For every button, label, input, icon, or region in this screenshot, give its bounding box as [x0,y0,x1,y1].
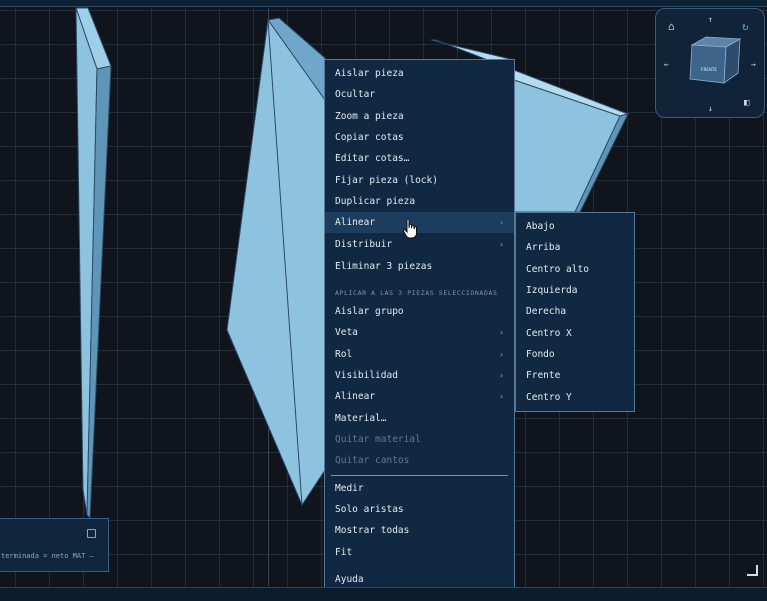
menu-item-label: Rol [335,349,353,360]
menu-item-label: Alinear [335,217,376,228]
menu-item-rol[interactable]: Rol › [325,344,514,365]
submenu-arrow-icon: › [499,350,504,359]
hand-pointer-icon [402,218,417,239]
resize-handle-icon[interactable] [747,565,758,576]
menu-item-label: Editar cotas… [335,153,410,164]
menu-item-mostrar-todas[interactable]: Mostrar todas [325,520,514,541]
menu-item-label: Medir [335,483,364,494]
submenu-item-label: Frente [526,370,561,381]
piece-left[interactable] [75,7,112,520]
submenu-item-label: Izquierda [526,285,578,296]
menu-item-label: Visibilidad [335,370,398,381]
menu-item-copiar-cotas[interactable]: Copiar cotas [325,127,514,148]
menu-item-label: Aislar grupo [335,306,404,317]
submenu-arrow-icon: › [499,240,504,249]
menu-item-duplicar-pieza[interactable]: Duplicar pieza [325,191,514,212]
submenu-item-label: Centro alto [526,264,589,275]
menu-section-header: APLICAR A LAS 3 PIEZAS SELECCIONADAS [335,289,498,297]
submenu-item-abajo[interactable]: Abajo [516,216,634,237]
submenu-item-label: Abajo [526,221,555,232]
menu-item-label: Duplicar pieza [335,196,416,207]
context-menu: Aislar pieza Ocultar Zoom a pieza Copiar… [324,59,515,594]
menu-item-label: Ocultar [335,89,376,100]
menu-item-ocultar[interactable]: Ocultar [325,84,514,105]
menu-divider [331,475,508,476]
menu-item-label: Fijar pieza (lock) [335,175,438,186]
menu-item-visibilidad[interactable]: Visibilidad › [325,365,514,386]
cube-icon[interactable]: FRENTE [656,9,766,119]
menu-item-quitar-material: Quitar material [325,429,514,450]
menu-item-solo-aristas[interactable]: Solo aristas [325,499,514,520]
menu-item-zoom-a-pieza[interactable]: Zoom a pieza [325,106,514,127]
menu-item-eliminar-piezas[interactable]: Eliminar 3 piezas [325,256,514,277]
menu-item-label: Eliminar 3 piezas [335,261,433,272]
submenu-item-fondo[interactable]: Fondo [516,344,634,365]
menu-item-veta[interactable]: Veta › [325,322,514,343]
menu-item-label: Distribuir [335,239,393,250]
menu-item-label: Veta [335,327,358,338]
menu-item-fit[interactable]: Fit [325,542,514,563]
menu-item-label: Solo aristas [335,504,404,515]
menu-item-label: Alinear [335,391,376,402]
menu-item-label: Fit [335,547,353,558]
submenu-item-label: Derecha [526,306,567,317]
menu-item-editar-cotas[interactable]: Editar cotas… [325,148,514,169]
copy-icon[interactable] [87,529,96,538]
submenu-item-derecha[interactable]: Derecha [516,301,634,322]
menu-item-label: Mostrar todas [335,525,410,536]
submenu-item-label: Centro X [526,328,572,339]
menu-item-label: Copiar cotas [335,132,404,143]
menu-item-material[interactable]: Material… [325,408,514,429]
submenu-item-centro-y[interactable]: Centro Y [516,387,634,408]
submenu-item-label: Fondo [526,349,555,360]
menu-item-aislar-grupo[interactable]: Aislar grupo [325,301,514,322]
view-cube-widget[interactable]: ⌂ ↻ ↑ ↓ ← → ◧ FRENTE [655,8,765,118]
menu-item-aislar-pieza[interactable]: Aislar pieza [325,63,514,84]
menu-item-alinear-grupo[interactable]: Alinear › [325,386,514,407]
menu-item-label: Material… [335,413,387,424]
piece-info-panel: terminada = neto MAT — [0,518,109,572]
submenu-item-arriba[interactable]: Arriba [516,237,634,258]
submenu-arrow-icon: › [499,218,504,227]
cube-face-label: FRENTE [701,67,718,73]
submenu-arrow-icon: › [499,328,504,337]
menu-item-fijar-pieza[interactable]: Fijar pieza (lock) [325,170,514,191]
submenu-arrow-icon: › [499,371,504,380]
menu-item-label: Aislar pieza [335,68,404,79]
submenu-item-centro-x[interactable]: Centro X [516,323,634,344]
menu-item-label: Quitar cantos [335,455,410,466]
info-text: terminada = neto MAT — [1,552,94,560]
submenu-arrow-icon: › [499,392,504,401]
submenu-item-label: Centro Y [526,392,572,403]
menu-item-label: Zoom a pieza [335,111,404,122]
piece-center[interactable] [226,17,326,507]
menu-item-medir[interactable]: Medir [325,478,514,499]
menu-item-quitar-cantos: Quitar cantos [325,450,514,471]
submenu-item-frente[interactable]: Frente [516,365,634,386]
menu-item-label: Ayuda [335,574,364,585]
submenu-item-centro-alto[interactable]: Centro alto [516,259,634,280]
align-submenu: Abajo Arriba Centro alto Izquierda Derec… [515,212,635,412]
menu-item-label: Quitar material [335,434,421,445]
submenu-item-izquierda[interactable]: Izquierda [516,280,634,301]
submenu-item-label: Arriba [526,242,561,253]
status-bar [0,587,767,601]
